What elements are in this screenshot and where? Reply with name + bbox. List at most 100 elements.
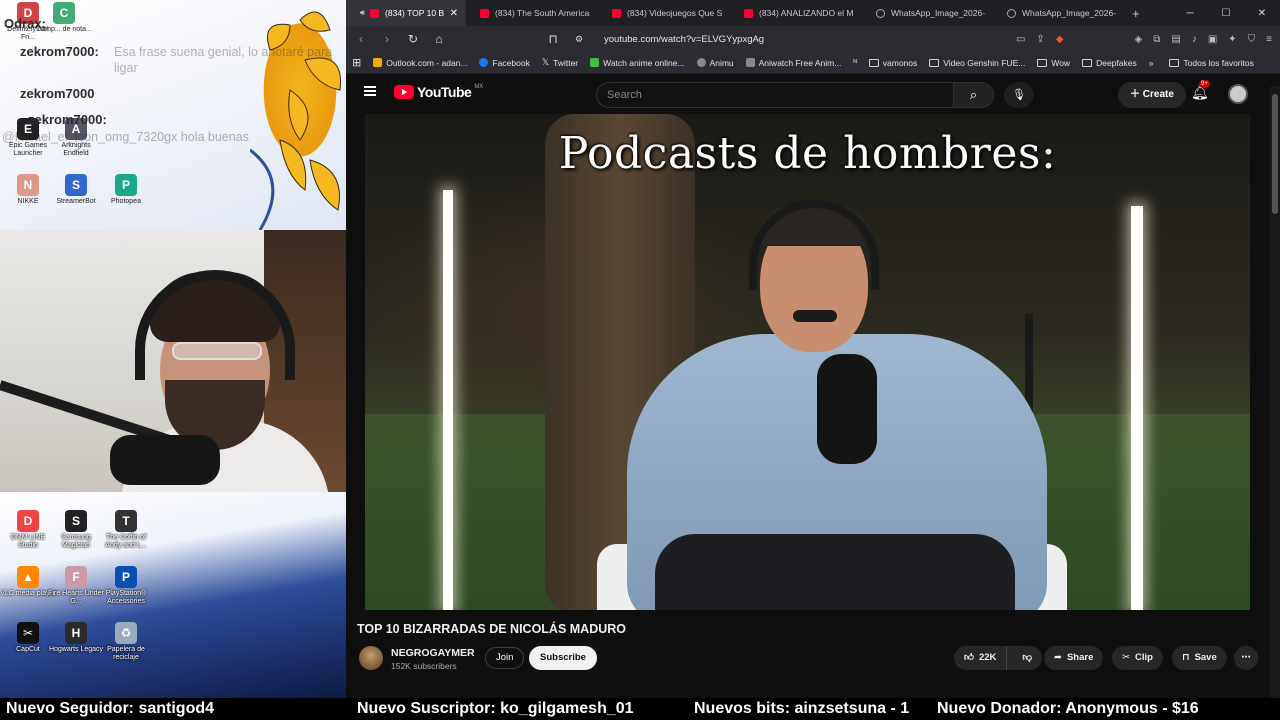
browser-tab[interactable]: WhatsApp_Image_2026-02- (993, 0, 1124, 26)
wallet-icon[interactable]: ◈ (1135, 34, 1143, 45)
bookmark-item[interactable]: Outlook.com - adan... (373, 58, 467, 68)
more-actions-button[interactable]: ⋯ (1234, 646, 1258, 670)
like-button[interactable]: 👍︎ 22K (954, 646, 1008, 670)
browser-tab[interactable]: (834) ANALIZANDO el MON (730, 0, 862, 26)
more-dots-icon: ⋯ (1241, 652, 1251, 663)
desktop-icon[interactable]: S StreamerBot (48, 174, 104, 206)
subscribe-button[interactable]: Subscribe (529, 646, 597, 670)
bookmark-item[interactable]: Aniwatch Free Anim... (745, 58, 841, 68)
desktop-icon[interactable]: ♻ Papelera de reciclaje (98, 622, 154, 662)
search-input[interactable]: Search (596, 82, 954, 108)
scissors-icon: ✂ (1122, 652, 1130, 663)
bookmark-item[interactable]: 𝕏 Twitter (542, 57, 578, 68)
youtube-play-icon (394, 85, 414, 99)
all-favorites-folder[interactable]: Todos los favoritos (1169, 58, 1254, 68)
microphone-icon: 🎙︎ (1012, 89, 1026, 101)
thumbs-up-icon: 👍︎ (964, 652, 974, 663)
page-scrollbar[interactable] (1270, 86, 1280, 698)
bookmark-item[interactable]: Animu (696, 58, 734, 68)
bookmark-folder[interactable]: Wow (1037, 58, 1070, 68)
apps-grid-icon[interactable]: ⊞ (352, 56, 361, 69)
clip-button[interactable]: ✂ Clip (1112, 646, 1163, 670)
bookmark-folder[interactable]: Deepfakes (1082, 58, 1137, 68)
browser-tab[interactable]: (834) The South American p (466, 0, 598, 26)
desktop-icon[interactable]: P Photopea (98, 174, 154, 206)
share-icon[interactable]: ⇪ (1036, 34, 1044, 45)
bookmark-icon: ⊓ (1182, 652, 1190, 663)
folder-icon (929, 58, 940, 67)
sidebar-icon[interactable]: ▤ (1171, 34, 1180, 45)
url-field[interactable]: youtube.com/watch?v=ELVGYypxgAg (604, 34, 764, 45)
share-button[interactable]: ➦ Share (1044, 646, 1104, 670)
link-icon: ᴺ (853, 58, 857, 67)
youtube-icon (612, 8, 621, 18)
voice-search-button[interactable]: 🎙︎ (1004, 82, 1034, 108)
join-button[interactable]: Join (485, 647, 525, 669)
dislike-button[interactable]: 👎︎ (1012, 646, 1042, 670)
desktop-top: D Definitely Not Fri... C Comp... de not… (0, 0, 346, 230)
sunflower-wallpaper (250, 11, 342, 230)
subscriber-count: 152K subscribers (391, 661, 457, 671)
vpn-icon[interactable]: ⛉ (1248, 34, 1256, 45)
create-button[interactable]: ＋ Create (1118, 82, 1186, 108)
browser-tab[interactable]: 🔊︎ (834) TOP 10 BIZARR ✕ (346, 0, 466, 26)
desktop-icon[interactable]: F Fire Hearts Under G... (48, 566, 104, 606)
search-button[interactable]: ⌕ (954, 82, 994, 108)
youtube-logo[interactable]: YouTube MX (394, 84, 483, 100)
account-avatar[interactable] (1228, 84, 1248, 104)
bookmark-icon[interactable]: ⊓ (546, 32, 560, 46)
site-info-icon[interactable]: ⚙ (572, 34, 586, 45)
channel-name[interactable]: NEGROGAYMER (391, 647, 475, 659)
search-icon: ⌕ (969, 87, 978, 102)
bookmark-item[interactable]: ᴺ (853, 58, 856, 67)
browser-tab[interactable]: (834) Videojuegos Que Se C (598, 0, 730, 26)
desktop-icon[interactable]: H Hogwarts Legacy (48, 622, 104, 654)
desktop-icon[interactable]: P PlayStation® Accessories (98, 566, 154, 606)
more-bookmarks-icon[interactable]: » (1149, 58, 1154, 68)
save-button[interactable]: ⊓ Save (1172, 646, 1227, 670)
notifications-button[interactable]: 🔔︎ 9+ (1191, 80, 1210, 101)
ai-icon[interactable]: ✦ (1228, 34, 1236, 45)
bookmark-item[interactable]: Facebook (479, 58, 530, 68)
microphone (817, 354, 877, 464)
forward-icon[interactable]: › (380, 32, 394, 46)
webcam-feed (0, 230, 346, 492)
thumbs-down-icon: 👎︎ (1022, 652, 1033, 663)
address-bar: ‹ › ↻ ⌂ ⊓ ⚙ youtube.com/watch?v=ELVGYypx… (346, 26, 1280, 52)
bookmark-item[interactable]: Watch anime online... (590, 58, 685, 68)
desktop-icon[interactable]: T The Coffin of Andy and L... (98, 510, 154, 550)
chat-message: @Rafael_el_loon_omg_7320gx hola buenas (2, 130, 249, 144)
bookmark-folder[interactable]: Video Genshin FUE... (929, 58, 1025, 68)
maximize-icon[interactable]: ☐ (1208, 0, 1244, 26)
scrollbar-thumb[interactable] (1272, 94, 1278, 214)
back-icon[interactable]: ‹ (354, 32, 368, 46)
new-tab-button[interactable]: + (1124, 0, 1154, 26)
game-icon: T (115, 510, 137, 532)
new-subscriber-alert: Nuevo Suscriptor: ko_gilgamesh_01 (357, 700, 634, 717)
bookmarks-bar: ⊞ Outlook.com - adan... Facebook 𝕏 Twitte… (346, 52, 1280, 74)
menu-icon[interactable]: ≡ (1266, 34, 1272, 45)
reload-icon[interactable]: ↻ (406, 32, 420, 46)
home-icon[interactable]: ⌂ (432, 32, 446, 46)
youtube-icon (744, 8, 753, 18)
extensions-icon[interactable]: ⧉ (1153, 34, 1160, 45)
speaker-icon[interactable]: 🔊︎ (360, 8, 365, 18)
desktop-icon[interactable]: S Samsung Magician (48, 510, 104, 550)
brave-shield-icon[interactable]: ◆ (1056, 34, 1064, 45)
bookmark-folder[interactable]: vamonos (868, 58, 917, 68)
minimize-icon[interactable]: ─ (1172, 0, 1208, 26)
music-icon[interactable]: ♪ (1192, 34, 1197, 45)
chat-message: Esa frase suena genial, lo anotaré para … (114, 45, 333, 75)
hamburger-menu-icon[interactable] (364, 86, 376, 96)
screen-cast-icon[interactable]: ▭ (1016, 34, 1025, 45)
close-tab-icon[interactable]: ✕ (450, 8, 458, 19)
browser-tab[interactable]: WhatsApp_Image_2026-02- (862, 0, 993, 26)
close-window-icon[interactable]: ✕ (1244, 0, 1280, 26)
aniwatch-icon (745, 58, 755, 67)
wallet-icon[interactable]: ▣ (1208, 34, 1217, 45)
game-icon: F (65, 566, 87, 588)
recycle-bin-icon: ♻ (115, 622, 137, 644)
channel-avatar[interactable] (359, 646, 383, 670)
video-player[interactable]: Podcasts de hombres: (365, 114, 1250, 610)
window-controls: ─ ☐ ✕ (1172, 0, 1280, 26)
